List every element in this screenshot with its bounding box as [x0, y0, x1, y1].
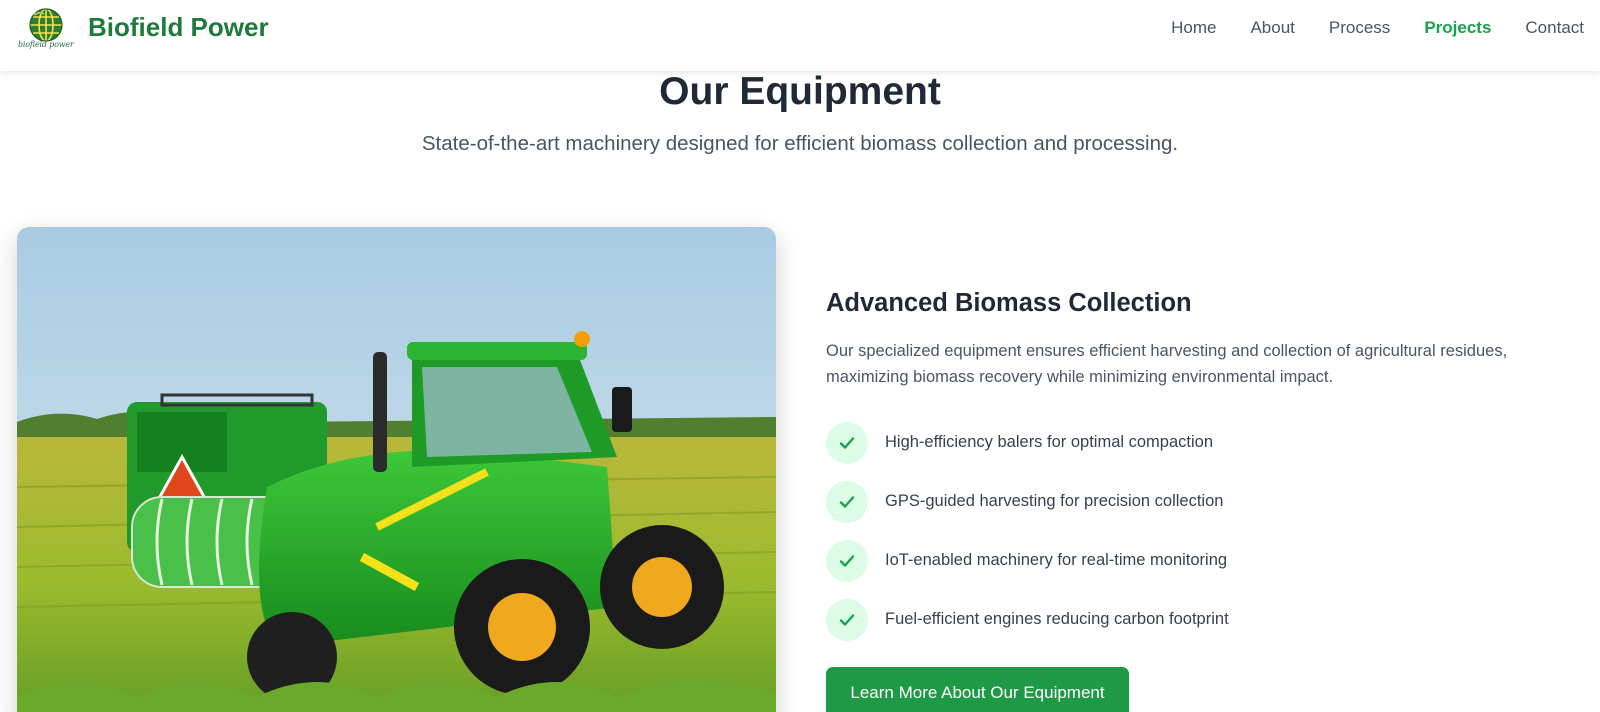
- list-item: Fuel-efficient engines reducing carbon f…: [826, 590, 1229, 649]
- list-item: IoT-enabled machinery for real-time moni…: [826, 531, 1229, 590]
- nav-process[interactable]: Process: [1329, 18, 1390, 38]
- main-nav: Home About Process Projects Contact: [1137, 18, 1584, 38]
- check-icon: [826, 598, 868, 641]
- site-header: biofield power Biofield Power Home About…: [0, 0, 1600, 71]
- list-item-text: IoT-enabled machinery for real-time moni…: [885, 551, 1228, 569]
- equipment-image: [17, 227, 776, 712]
- nav-about[interactable]: About: [1250, 18, 1294, 38]
- learn-more-button[interactable]: Learn More About Our Equipment: [826, 667, 1129, 712]
- check-icon: [826, 421, 868, 464]
- nav-home[interactable]: Home: [1171, 18, 1216, 38]
- logo-caption: biofield power: [18, 40, 74, 49]
- list-item-text: Fuel-efficient engines reducing carbon f…: [885, 610, 1229, 628]
- nav-projects[interactable]: Projects: [1424, 18, 1491, 38]
- nav-contact[interactable]: Contact: [1525, 18, 1584, 38]
- list-item: GPS-guided harvesting for precision coll…: [826, 472, 1229, 531]
- list-item-text: High-efficiency balers for optimal compa…: [885, 433, 1214, 451]
- feature-title: Advanced Biomass Collection: [826, 289, 1192, 317]
- section-title: Our Equipment: [659, 70, 941, 113]
- check-icon: [826, 480, 868, 523]
- list-item: High-efficiency balers for optimal compa…: [826, 413, 1229, 472]
- section-subtitle: State-of-the-art machinery designed for …: [421, 132, 1179, 155]
- brand-name[interactable]: Biofield Power: [88, 12, 269, 43]
- check-icon: [826, 539, 868, 582]
- feature-list: High-efficiency balers for optimal compa…: [826, 413, 1229, 649]
- list-item-text: GPS-guided harvesting for precision coll…: [885, 492, 1224, 510]
- feature-description: Our specialized equipment ensures effici…: [826, 342, 1508, 386]
